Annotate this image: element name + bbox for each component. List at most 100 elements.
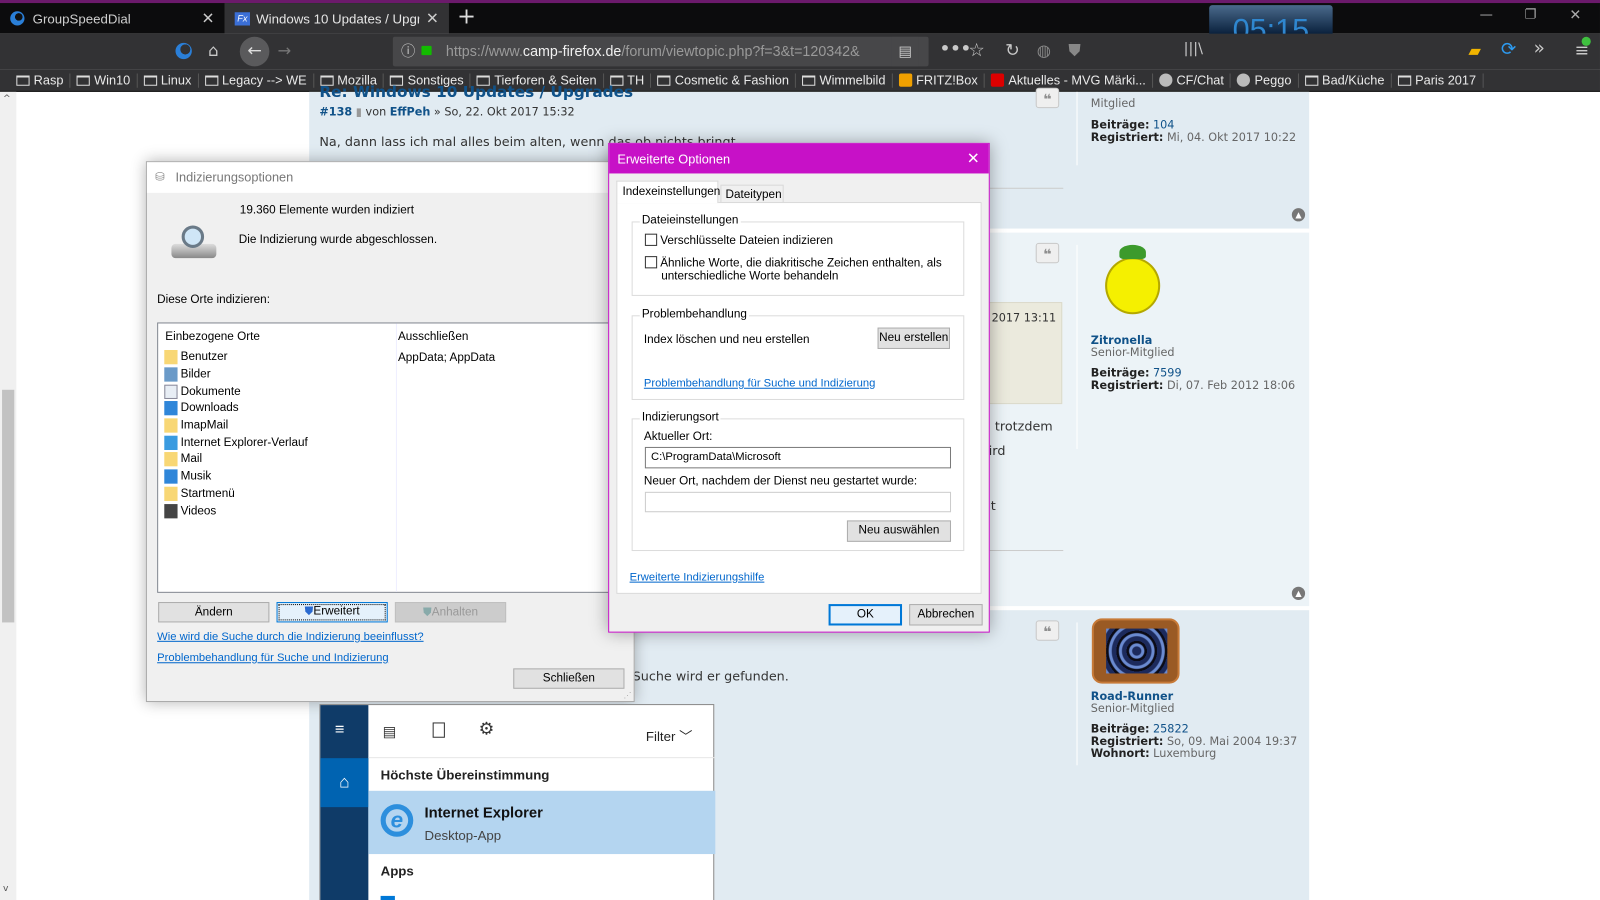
location-item[interactable]: Musik <box>164 468 308 485</box>
hamburger-menu-icon[interactable]: ≡ <box>335 721 345 739</box>
window-close-icon[interactable]: ✕ <box>1569 7 1581 23</box>
bookmark-item[interactable]: Legacy --> WE <box>198 72 314 88</box>
locations-list[interactable]: Einbezogene Orte Ausschließen AppData; A… <box>157 322 637 593</box>
bookmarks-toolbar: Rasp Win10 Linux Legacy --> WE Mozilla Sonsti… <box>0 69 1600 92</box>
restore-icon[interactable]: ❐ <box>1524 7 1536 22</box>
bookmark-item[interactable]: Rasp <box>10 72 71 88</box>
quote-button[interactable]: ❝ <box>1035 242 1060 264</box>
info-icon[interactable]: ⓘ <box>401 37 415 67</box>
diacritics-checkbox[interactable]: Ähnliche Worte, die diakritische Zeichen… <box>644 256 942 284</box>
location-item[interactable]: Startmenü <box>164 485 308 502</box>
how-indexing-affects-search-link[interactable]: Wie wird die Suche durch die Indizierung… <box>157 631 423 643</box>
tab-label: Indexeinstellungen <box>622 185 721 198</box>
post-author[interactable]: EffPeh <box>390 105 431 118</box>
scrollbar-thumb[interactable] <box>2 389 15 623</box>
location-item[interactable]: ImapMail <box>164 417 308 434</box>
location-item[interactable]: Videos <box>164 502 308 519</box>
location-item[interactable]: Mail <box>164 451 308 468</box>
column-header-included[interactable]: Einbezogene Orte <box>165 331 260 343</box>
apps-filter-icon[interactable]: ▤ <box>383 723 397 740</box>
excluded-value: AppData; AppData <box>397 352 496 365</box>
bookmark-item[interactable]: Peggo <box>1231 72 1299 88</box>
post-text: ird <box>988 442 1006 459</box>
page-scrollbar[interactable]: ^ v <box>0 91 17 900</box>
advanced-indexing-help-link[interactable]: Erweiterte Indizierungshilfe <box>630 571 765 583</box>
tab-dateitypen[interactable]: Dateitypen <box>720 184 784 204</box>
troubleshoot-link[interactable]: Problembehandlung für Suche und Indizier… <box>157 652 389 664</box>
new-location-field[interactable] <box>644 491 952 513</box>
reader-view-icon[interactable]: ▤ <box>891 36 919 67</box>
pause-button[interactable]: ⛊Anhalten <box>394 602 507 623</box>
author-rank: Senior-Mitglied <box>1090 702 1175 716</box>
column-header-excluded[interactable]: Ausschließen <box>398 331 468 343</box>
ublock-icon[interactable]: ⛊ <box>1068 41 1080 61</box>
bookmark-star-icon[interactable]: ☆ <box>968 40 984 61</box>
advanced-button[interactable]: ⛊Erweitert <box>276 602 388 623</box>
minimize-icon[interactable]: — <box>1480 7 1493 22</box>
select-new-button[interactable]: Neu auswählen <box>846 520 952 542</box>
location-item[interactable]: Internet Explorer-Verlauf <box>164 434 308 451</box>
bookmark-item[interactable]: Wimmelbild <box>796 72 893 88</box>
encrypted-files-checkbox[interactable]: Verschlüsselte Dateien indizieren <box>644 233 833 247</box>
bookmark-item[interactable]: Aktuelles - MVG Märki... <box>985 72 1153 88</box>
folder-open-icon[interactable]: ▰ <box>1468 41 1481 60</box>
avatar-road-runner[interactable] <box>1091 618 1180 684</box>
back-to-top-icon[interactable]: ▲ <box>1291 208 1306 222</box>
home-icon[interactable]: ⌂ <box>208 41 218 60</box>
uac-shield-icon: ⛊ <box>304 605 314 618</box>
library-icon[interactable]: |||\ <box>1184 41 1203 57</box>
reload-icon[interactable]: ↻ <box>1005 41 1020 61</box>
settings-filter-icon[interactable]: ⚙ <box>479 719 495 739</box>
tab-indexeinstellungen[interactable]: Indexeinstellungen <box>616 180 721 204</box>
location-item[interactable]: Bilder <box>164 366 308 383</box>
folder-icon <box>143 74 157 86</box>
url-bar[interactable]: ⓘ https://www.camp-firefox.de/forum/view… <box>392 36 929 67</box>
location-item[interactable]: Downloads <box>164 400 308 417</box>
bookmark-item[interactable]: Bad/Küche <box>1299 72 1392 88</box>
forward-icon[interactable]: → <box>278 41 292 60</box>
tab-windows10-updates[interactable]: Fx Windows 10 Updates / Upgrade ✕ <box>224 3 449 34</box>
bookmark-item[interactable]: CF/Chat <box>1153 72 1232 88</box>
close-icon[interactable]: ✕ <box>967 149 980 167</box>
extension-circle-icon[interactable]: ◍ <box>1037 41 1051 60</box>
current-location-field[interactable]: C:\ProgramData\Microsoft <box>644 446 952 469</box>
change-button[interactable]: Ändern <box>158 602 270 623</box>
checkbox-icon[interactable] <box>644 233 658 246</box>
filter-dropdown[interactable]: Filter ﹀ <box>646 726 692 745</box>
bookmark-item[interactable]: Cosmetic & Fashion <box>651 72 797 88</box>
sync-icon[interactable]: ⟳ <box>1501 39 1516 60</box>
new-tab-icon[interactable]: + <box>457 3 476 32</box>
back-icon[interactable]: ← <box>239 36 270 67</box>
tab-groupspeeddial[interactable]: GroupSpeedDial ✕ <box>0 3 224 34</box>
location-item[interactable]: Benutzer <box>164 349 308 366</box>
checkbox-icon[interactable] <box>644 256 658 269</box>
quote-button[interactable]: ❝ <box>1035 87 1060 109</box>
bookmark-item[interactable]: Linux <box>137 72 199 88</box>
scroll-up-icon[interactable]: ^ <box>3 94 11 104</box>
overflow-chevron-icon[interactable]: » <box>1534 38 1545 59</box>
ok-button[interactable]: OK <box>828 604 903 626</box>
location-name: Startmenü <box>180 487 235 500</box>
bookmark-item[interactable]: Win10 <box>71 72 138 88</box>
firefox-logo-icon[interactable] <box>175 42 192 60</box>
close-tab-icon[interactable]: ✕ <box>201 9 214 27</box>
documents-filter-icon[interactable] <box>432 722 445 738</box>
result-internet-explorer[interactable]: e Internet Explorer Desktop-App <box>368 790 716 855</box>
avatar-zitronella[interactable] <box>1095 243 1173 321</box>
home-icon[interactable]: ⌂ <box>320 758 369 808</box>
cancel-button[interactable]: Abbrechen <box>909 604 983 626</box>
bookmark-item[interactable]: Paris 2017 <box>1392 72 1484 88</box>
resize-grip-icon[interactable]: ⋰ <box>623 691 631 700</box>
scroll-down-icon[interactable]: v <box>3 884 8 894</box>
quote-button[interactable]: ❝ <box>1035 620 1060 641</box>
close-tab-icon[interactable]: ✕ <box>426 9 439 27</box>
back-to-top-icon[interactable]: ▲ <box>1291 586 1306 600</box>
post-number[interactable]: #138 <box>319 105 352 118</box>
close-button[interactable]: Schließen <box>513 668 625 689</box>
location-item[interactable]: Dokumente <box>164 383 308 400</box>
rebuild-button[interactable]: Neu erstellen <box>877 327 950 349</box>
page-actions-icon[interactable]: ••• <box>940 39 971 58</box>
bookmark-item[interactable]: FRITZ!Box <box>893 72 985 88</box>
post-title[interactable]: Re: Windows 10 Updates / Upgrades <box>319 83 633 101</box>
troubleshoot-link[interactable]: Problembehandlung für Suche und Indizier… <box>644 378 876 390</box>
